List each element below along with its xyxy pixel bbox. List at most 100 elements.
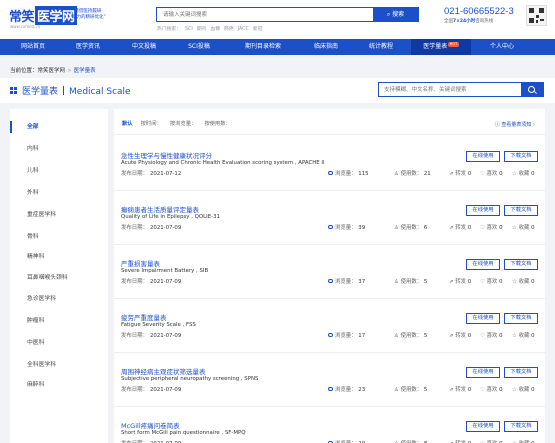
share-button[interactable]: ⇗ 转发 0 [449,169,471,177]
like-button[interactable]: ♡ 喜欢 0 [480,223,503,231]
sidebar-category-item[interactable]: 内科 [10,143,108,155]
sidebar-category-item[interactable]: 耳鼻咽喉头颈科 [10,272,108,284]
sidebar-category-item[interactable]: 麻醉科 [10,379,108,391]
like-button[interactable]: ♡ 喜欢 0 [480,385,503,393]
nav-item-guidelines[interactable]: 临床指南 [300,39,352,55]
share-button[interactable]: ⇗ 转发 0 [449,439,471,443]
sort-by-time[interactable]: 按时间： [141,121,162,127]
scale-notice-link[interactable]: ⓘ 查看量表须知 › [495,121,535,128]
views-count: 37 [358,279,366,285]
views-stat: 浏览量： 115 [328,169,369,177]
favorite-label: 收藏 [518,387,530,393]
like-button[interactable]: ♡ 喜欢 0 [480,277,503,285]
share-button[interactable]: ⇗ 转发 0 [449,331,471,339]
download-doc-button[interactable]: 下载文档 [504,421,538,432]
online-use-button[interactable]: 在线使用 [466,367,500,378]
sidebar-category-item[interactable]: 全科医学科 [10,359,108,371]
star-icon: ☆ [512,171,517,177]
download-doc-button[interactable]: 下载文档 [504,259,538,270]
favorite-button[interactable]: ☆ 收藏 0 [512,439,535,443]
scale-title-cn[interactable]: McGill疼痛问卷简表 [121,420,180,430]
uses-count: 21 [423,171,431,177]
nav-item-user-center[interactable]: 个人中心 [476,39,528,55]
share-button[interactable]: ⇗ 转发 0 [449,223,471,231]
publish-date: 发布日期： 2021-07-12 [121,169,181,177]
like-button[interactable]: ♡ 喜欢 0 [480,169,503,177]
sidebar-category-item[interactable]: 肿瘤科 [10,315,108,327]
online-use-button[interactable]: 在线使用 [466,421,500,432]
hotline-phone: 021-60665522-3 [444,6,514,17]
publish-date: 发布日期：2021-07-09 [121,277,181,285]
nav-item-scales[interactable]: 医学量表 HOT [411,39,471,55]
scale-title-cn[interactable]: 疲劳严重度量表 [121,312,167,322]
star-icon: ☆ [512,333,517,339]
site-header: 常笑医学网 www.cxmed.cn “慧借医持履研 助力的精研优化” ⌕ 搜索… [0,0,555,39]
breadcrumb-separator: > [67,68,72,74]
global-search-input[interactable] [157,8,373,21]
share-button[interactable]: ⇗ 转发 0 [449,277,471,285]
nav-item-scales-label: 医学量表 [423,43,448,50]
nav-item-cn-submit[interactable]: 中文投稿 [118,39,170,55]
online-use-button[interactable]: 在线使用 [466,205,500,216]
like-count: 0 [499,171,503,177]
breadcrumb-prefix: 当前位置： [10,68,38,74]
download-doc-button[interactable]: 下载文档 [504,313,538,324]
page-title-en: Medical Scale [69,87,131,97]
slogan-line-2: 助力的精研优化” [72,15,106,20]
scale-title-cn[interactable]: 急性生理学与慢性健康状况评分 [121,150,212,160]
sidebar-category-item[interactable]: 外科 [10,187,108,199]
notice-icon: ⓘ [494,122,500,128]
sidebar-category-item[interactable]: 急诊医学科 [10,293,108,305]
sort-by-views[interactable]: 按浏览量： [170,121,197,127]
scale-search-input[interactable] [379,83,519,96]
download-doc-button[interactable]: 下载文档 [504,367,538,378]
sidebar-category-item[interactable]: 精神科 [10,251,108,263]
site-logo[interactable]: 常笑 医学网 [9,6,77,25]
favorite-button[interactable]: ☆ 收藏 0 [512,331,535,339]
scale-title-cn[interactable]: 周围神经病主观症状筛选量表 [121,366,206,376]
download-doc-button[interactable]: 下载文档 [504,205,538,216]
like-count: 0 [499,225,503,231]
sidebar-category-item[interactable]: 中医科 [10,337,108,349]
sidebar-category-item[interactable]: 全部 [10,121,108,133]
share-count: 0 [467,387,472,393]
favorite-button[interactable]: ☆ 收藏 0 [512,385,535,393]
nav-item-journal-search[interactable]: 期刊目录检索 [230,39,296,55]
like-label: 喜欢 [486,387,498,393]
hotline-note-suffix: 咨询热线 [475,19,494,24]
favorite-button[interactable]: ☆ 收藏 0 [512,223,535,231]
like-count: 0 [499,333,503,339]
nav-item-stats[interactable]: 统计教程 [355,39,407,55]
sidebar-category-item[interactable]: 儿科 [10,165,108,177]
favorite-button[interactable]: ☆ 收藏 0 [512,277,535,285]
hot-term[interactable]: 肺癌 [224,27,234,32]
sort-by-uses[interactable]: 按使用数： [204,121,231,127]
hot-term[interactable]: 血糖 [210,27,220,32]
like-button[interactable]: ♡ 喜欢 0 [480,331,503,339]
share-button[interactable]: ⇗ 转发 0 [449,385,471,393]
sidebar-category-item[interactable]: 重症医学科 [10,209,108,221]
online-use-button[interactable]: 在线使用 [466,259,500,270]
views-count: 115 [358,171,369,177]
eye-icon [328,225,333,229]
sidebar-category-item[interactable]: 骨科 [10,231,108,243]
online-use-button[interactable]: 在线使用 [466,151,500,162]
scale-title-cn[interactable]: 癫痫患者生活质量评定量表 [121,204,199,214]
like-button[interactable]: ♡ 喜欢 0 [480,439,503,443]
online-use-button[interactable]: 在线使用 [466,313,500,324]
global-search-button[interactable]: ⌕ 搜索 [373,8,418,21]
nav-item-home[interactable]: 网站首页 [10,39,56,55]
nav-item-sci-submit[interactable]: SCI投稿 [173,39,225,55]
favorite-button[interactable]: ☆ 收藏 0 [512,169,535,177]
breadcrumb-home-link[interactable]: 常笑医学网 [38,68,66,74]
hot-term[interactable]: JACC [238,27,249,32]
download-doc-button[interactable]: 下载文档 [504,151,538,162]
hot-term[interactable]: SCI [185,27,193,32]
search-icon[interactable] [521,83,543,96]
nav-item-news[interactable]: 医学资讯 [62,39,114,55]
sort-default[interactable]: 默认 [122,121,133,127]
hot-term[interactable]: 期刊 [197,27,207,32]
hot-term[interactable]: 新冠 [253,27,263,32]
scale-title-cn[interactable]: 严重损害量表 [121,258,160,268]
publish-date: 发布日期：2021-07-09 [121,385,181,393]
